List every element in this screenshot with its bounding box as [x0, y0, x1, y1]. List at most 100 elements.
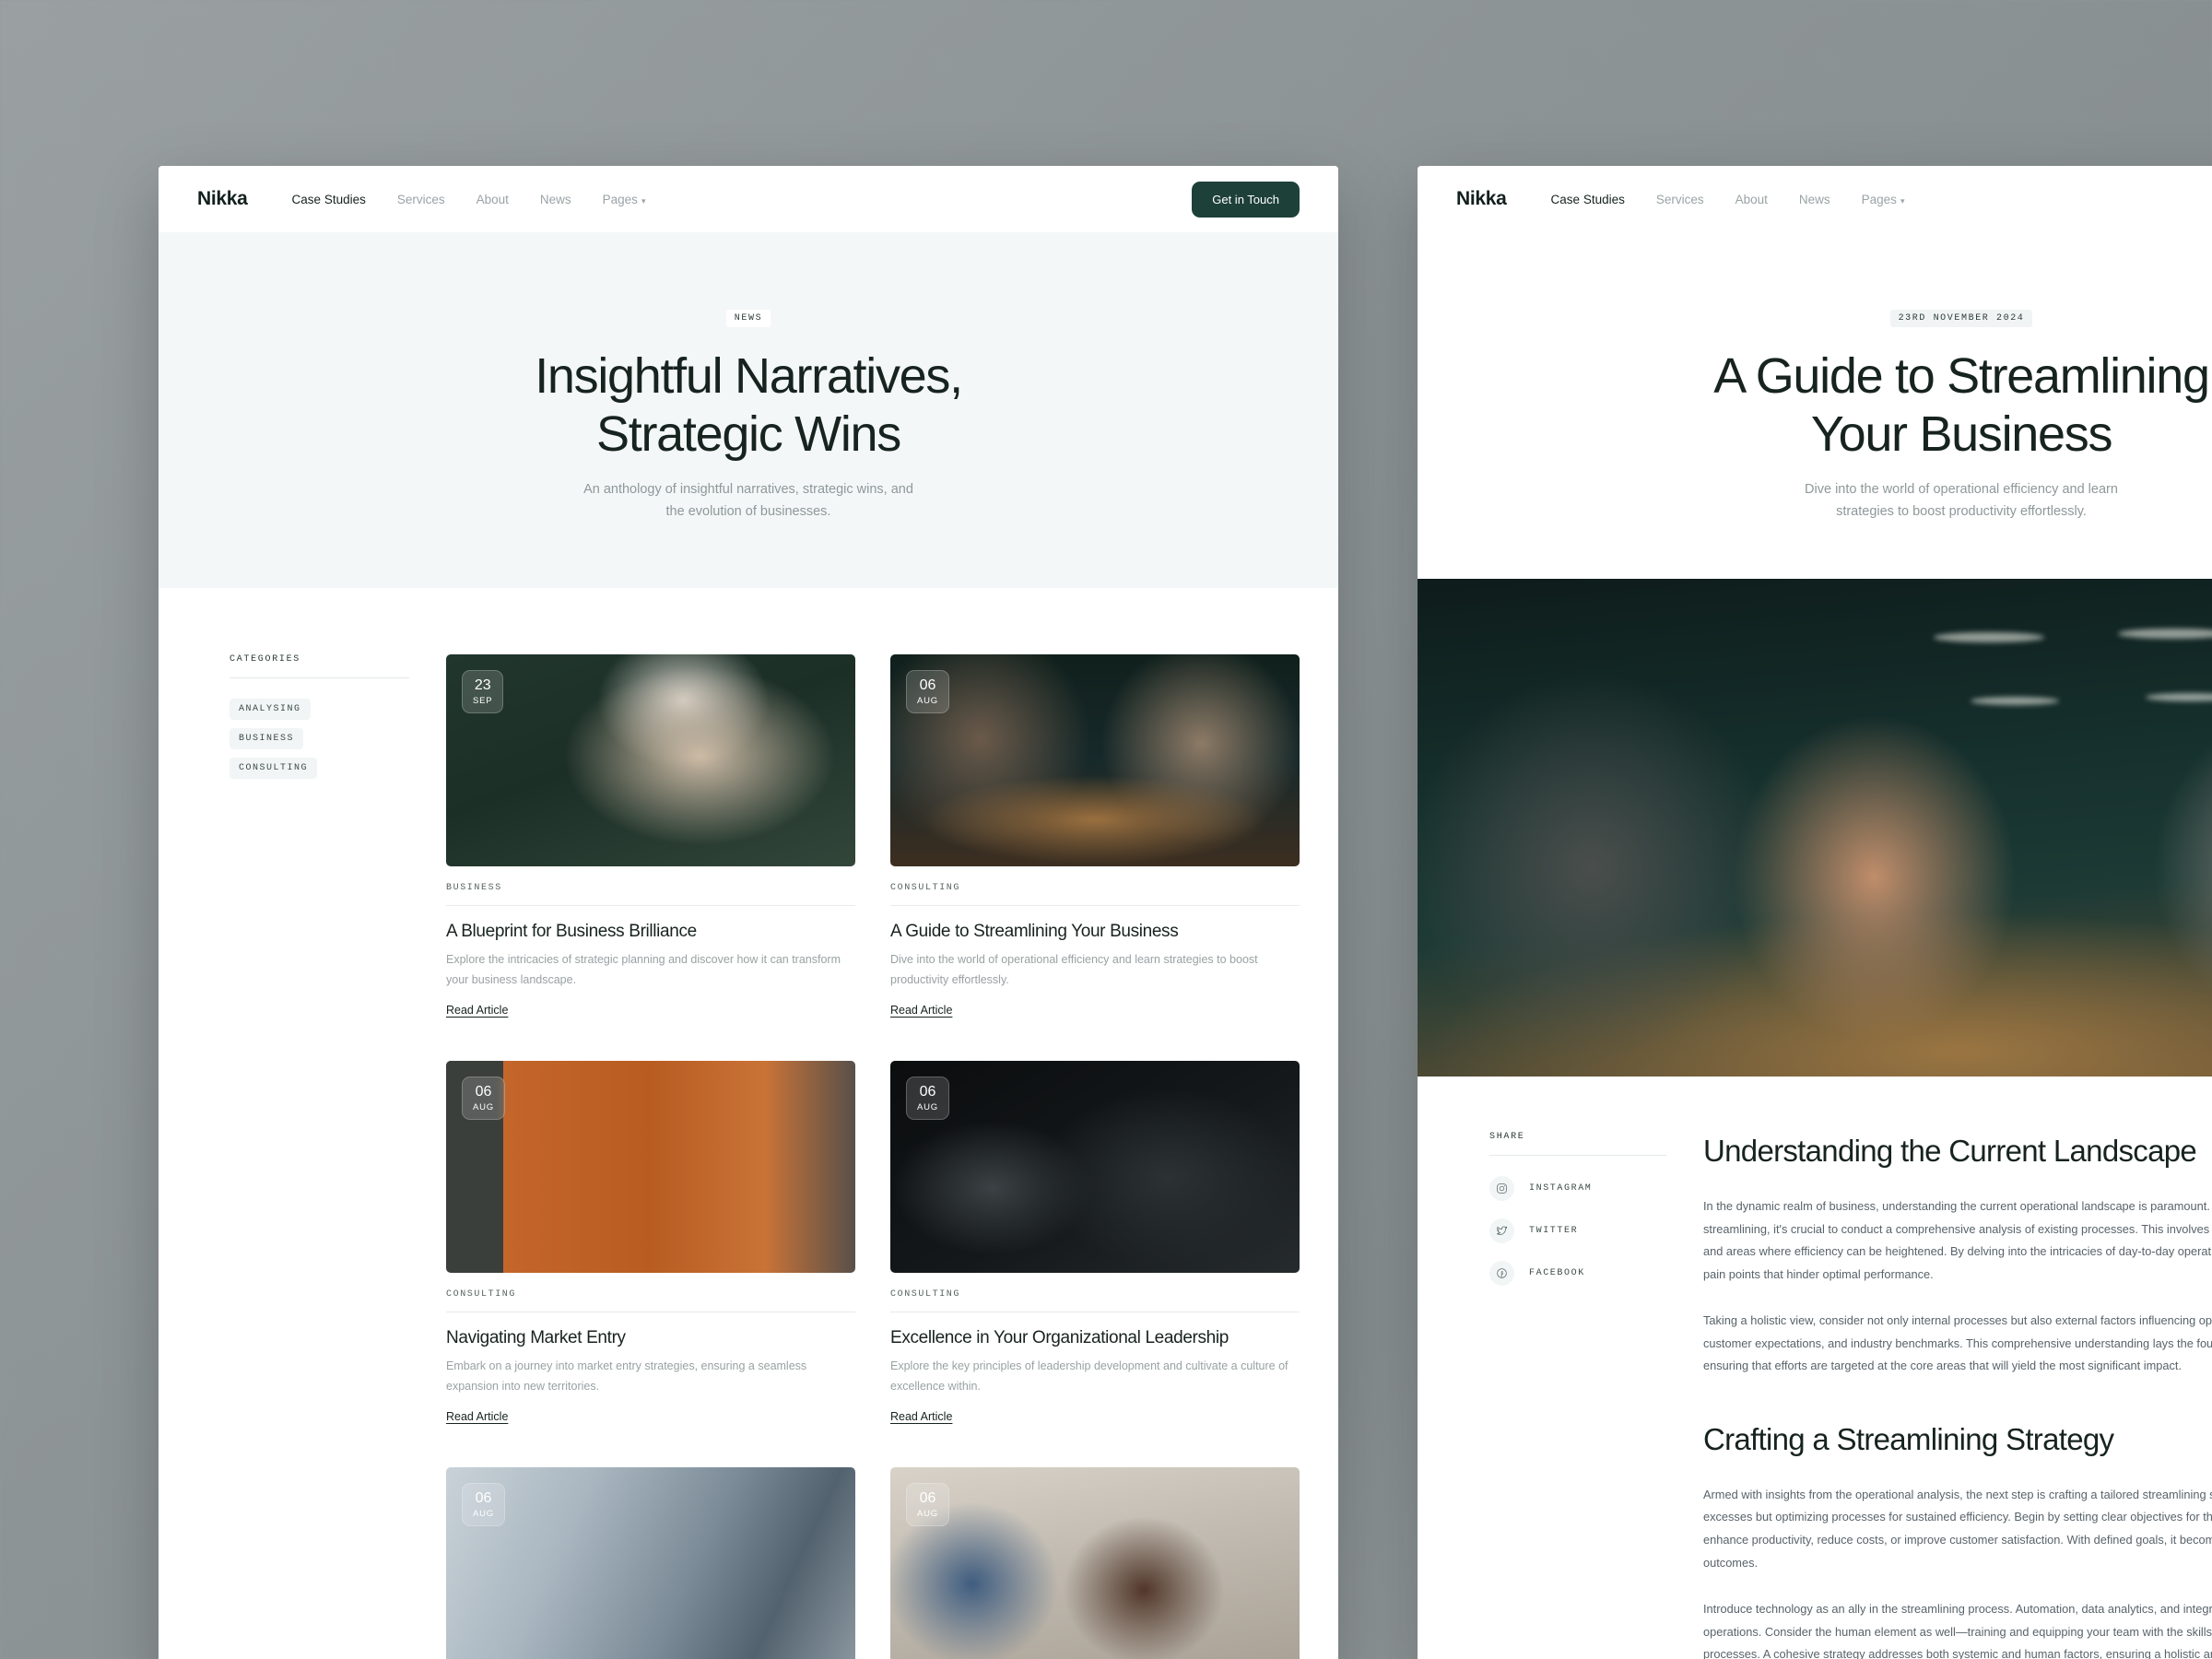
date-badge-month: AUG — [917, 1102, 938, 1113]
article-prose: Understanding the Current Landscape In t… — [1703, 1132, 2212, 1659]
browser-window-news-list: Nikka Case Studies Services About News P… — [159, 166, 1338, 1659]
hero-section-left: NEWS Insightful Narratives, Strategic Wi… — [159, 232, 1338, 589]
brand-logo[interactable]: Nikka — [1456, 188, 1507, 210]
article-card[interactable]: 06 AUG CONSULTING Navigating Market Entr… — [446, 1061, 855, 1423]
nav-item-about[interactable]: About — [1735, 193, 1768, 206]
share-item-instagram[interactable]: INSTAGRAM — [1489, 1176, 1666, 1202]
hero-photo — [1418, 579, 2212, 1077]
category-chip-consulting[interactable]: CONSULTING — [229, 758, 318, 780]
share-label: FACEBOOK — [1529, 1268, 1585, 1279]
get-in-touch-button[interactable]: Get in Touch — [1192, 181, 1300, 218]
date-badge: 06 AUG — [906, 1077, 949, 1121]
article-description: Embark on a journey into market entry st… — [446, 1359, 807, 1393]
article-category: CONSULTING — [890, 1289, 1300, 1313]
date-badge-day: 06 — [919, 677, 936, 694]
date-badge-month: AUG — [473, 1509, 494, 1520]
read-article-link[interactable]: Read Article — [446, 1004, 508, 1017]
article-description: Dive into the world of operational effic… — [890, 953, 1258, 986]
article-thumbnail[interactable]: 06 AUG — [446, 1467, 855, 1659]
section-heading: Crafting a Streamlining Strategy — [1703, 1421, 2114, 1456]
nav-item-news[interactable]: News — [540, 193, 571, 206]
article-card[interactable]: 06 AUG CONSULTING From Ideas to Impact i… — [446, 1467, 855, 1659]
article-hero-image — [1418, 579, 2212, 1077]
article-card[interactable]: 23 SEP BUSINESS A Blueprint for Business… — [446, 654, 855, 1017]
share-label: TWITTER — [1529, 1226, 1579, 1237]
article-image — [890, 1061, 1300, 1274]
category-chip-business[interactable]: BUSINESS — [229, 728, 304, 750]
navbar-right: Nikka Case Studies Services About News P… — [1418, 166, 2212, 232]
nav-item-pages[interactable]: Pages ▾ — [1862, 193, 1905, 206]
nav-item-news[interactable]: News — [1799, 193, 1830, 206]
brand-logo[interactable]: Nikka — [197, 188, 248, 210]
page-title: Insightful Narratives, Strategic Wins — [535, 348, 963, 462]
article-subtitle: Dive into the world of operational effic… — [1805, 482, 2118, 520]
instagram-icon — [1489, 1176, 1514, 1202]
article-image — [446, 1061, 855, 1274]
nav-links-right: Case Studies Services About News Pages ▾ — [1551, 193, 1905, 206]
navbar-left: Nikka Case Studies Services About News P… — [159, 166, 1338, 232]
article-grid: 23 SEP BUSINESS A Blueprint for Business… — [446, 654, 1300, 1659]
date-badge-month: SEP — [473, 696, 493, 707]
date-badge: 06 AUG — [906, 1483, 949, 1527]
article-thumbnail[interactable]: 06 AUG — [890, 1467, 1300, 1659]
article-card[interactable]: 06 AUG CONSULTING Maximizing Your Busine… — [890, 1467, 1300, 1659]
chevron-down-icon: ▾ — [641, 195, 646, 206]
date-badge: 06 AUG — [462, 1077, 505, 1121]
date-badge-day: 06 — [919, 1084, 936, 1100]
article-image — [446, 1467, 855, 1659]
date-badge-month: AUG — [473, 1102, 494, 1113]
date-badge-day: 06 — [919, 1490, 936, 1507]
section-paragraph: Taking a holistic view, consider not onl… — [1703, 1313, 2212, 1373]
article-card[interactable]: 06 AUG CONSULTING Excellence in Your Org… — [890, 1061, 1300, 1423]
article-description: Explore the intricacies of strategic pla… — [446, 953, 841, 986]
share-item-facebook[interactable]: FACEBOOK — [1489, 1261, 1666, 1287]
date-badge-month: AUG — [917, 696, 938, 707]
nav-item-pages-label: Pages — [1861, 192, 1897, 206]
facebook-icon — [1489, 1261, 1514, 1287]
date-badge: 06 AUG — [906, 670, 949, 714]
categories-sidebar: CATEGORIES ANALYSING BUSINESS CONSULTING — [197, 654, 409, 1659]
article-thumbnail[interactable]: 06 AUG — [890, 654, 1300, 867]
content-area-left: CATEGORIES ANALYSING BUSINESS CONSULTING… — [159, 588, 1338, 1659]
article-image — [890, 654, 1300, 867]
chevron-down-icon: ▾ — [1900, 195, 1905, 206]
article-title[interactable]: Excellence in Your Organizational Leader… — [890, 1328, 1300, 1348]
article-image — [890, 1467, 1300, 1659]
nav-item-services[interactable]: Services — [397, 193, 445, 206]
article-title[interactable]: A Guide to Streamlining Your Business — [890, 922, 1300, 942]
nav-item-pages-label: Pages — [602, 192, 638, 206]
date-badge: 23 SEP — [462, 670, 504, 714]
article-category: BUSINESS — [446, 883, 855, 907]
hero-subtitle: An anthology of insightful narratives, s… — [583, 482, 913, 520]
date-badge-day: 06 — [475, 1084, 492, 1100]
share-heading: SHARE — [1489, 1132, 1666, 1157]
article-title[interactable]: A Blueprint for Business Brilliance — [446, 922, 855, 942]
share-sidebar: SHARE INSTAGRAM TWITTER FACEBOOK — [1454, 1132, 1666, 1659]
nav-item-about[interactable]: About — [477, 193, 509, 206]
nav-item-pages[interactable]: Pages ▾ — [603, 193, 646, 206]
read-article-link[interactable]: Read Article — [890, 1410, 952, 1423]
hero-eyebrow-badge: NEWS — [725, 310, 771, 327]
date-badge-day: 06 — [475, 1490, 492, 1507]
read-article-link[interactable]: Read Article — [890, 1004, 952, 1017]
article-category: CONSULTING — [446, 1289, 855, 1313]
share-item-twitter[interactable]: TWITTER — [1489, 1218, 1666, 1244]
nav-item-case-studies[interactable]: Case Studies — [292, 193, 366, 206]
date-badge-day: 23 — [474, 677, 491, 694]
nav-item-services[interactable]: Services — [1656, 193, 1704, 206]
category-chip-analysing[interactable]: ANALYSING — [229, 699, 311, 721]
nav-item-case-studies[interactable]: Case Studies — [1551, 193, 1625, 206]
article-title[interactable]: Navigating Market Entry — [446, 1328, 855, 1348]
share-label: INSTAGRAM — [1529, 1183, 1593, 1194]
article-thumbnail[interactable]: 06 AUG — [446, 1061, 855, 1274]
article-category: CONSULTING — [890, 883, 1300, 907]
date-badge-month: AUG — [917, 1509, 938, 1520]
article-card[interactable]: 06 AUG CONSULTING A Guide to Streamlinin… — [890, 654, 1300, 1017]
publish-date-badge: 23RD NOVEMBER 2024 — [1889, 310, 2033, 327]
section-heading: Understanding the Current Landscape — [1703, 1134, 2197, 1169]
article-thumbnail[interactable]: 23 SEP — [446, 654, 855, 867]
article-thumbnail[interactable]: 06 AUG — [890, 1061, 1300, 1274]
read-article-link[interactable]: Read Article — [446, 1410, 508, 1423]
categories-heading: CATEGORIES — [229, 654, 409, 679]
date-badge: 06 AUG — [462, 1483, 505, 1527]
